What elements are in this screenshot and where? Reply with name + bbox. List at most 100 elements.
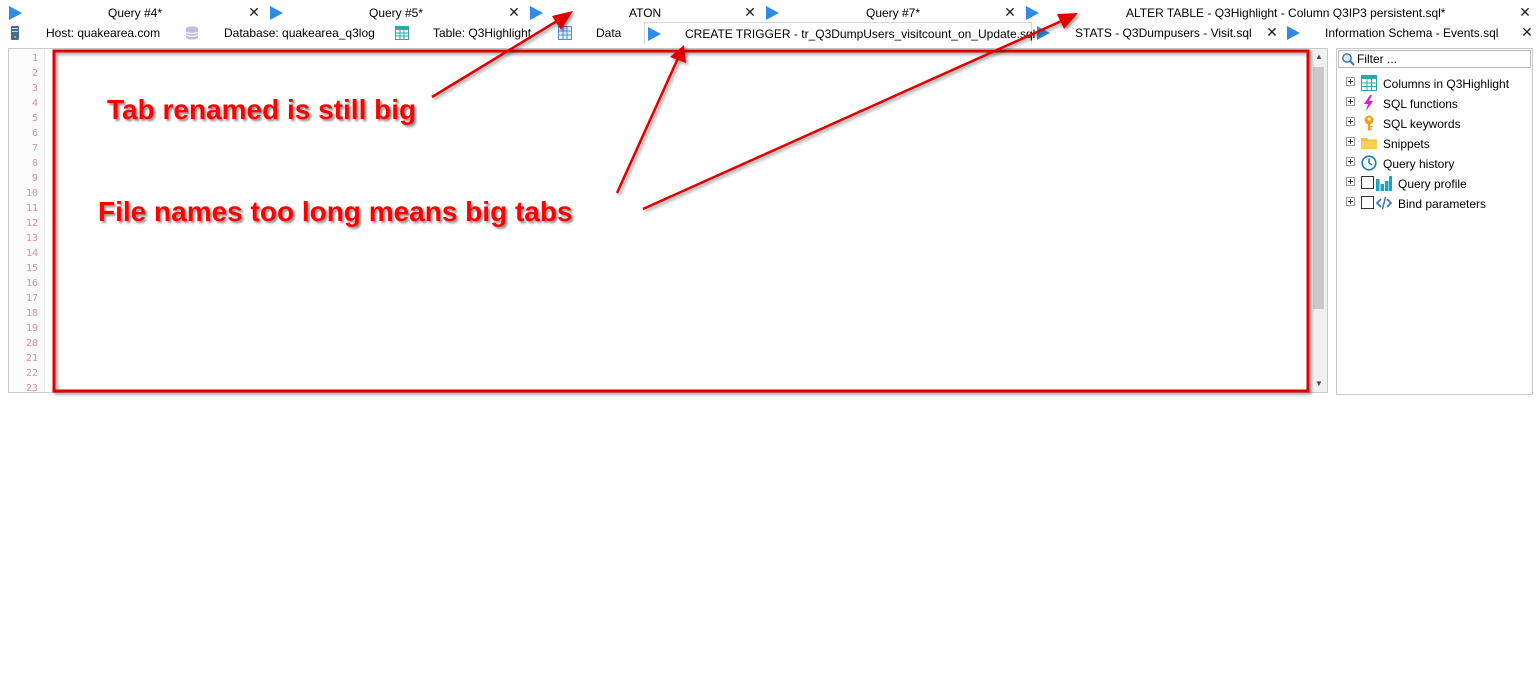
clock-icon	[1361, 155, 1377, 171]
line-number: 8	[31, 158, 38, 169]
data-grid-icon	[558, 26, 572, 40]
line-number: 21	[25, 353, 38, 364]
close-icon[interactable]: ✕	[1265, 25, 1279, 39]
close-icon[interactable]: ✕	[1518, 5, 1532, 19]
line-number: 23	[25, 383, 38, 394]
line-number: 10	[25, 188, 38, 199]
play-icon	[530, 6, 543, 20]
tree-item-label: Bind parameters	[1398, 197, 1487, 211]
key-icon	[1364, 115, 1374, 131]
code-icon	[1376, 196, 1392, 210]
tree-item-snippets[interactable]: Snippets	[1337, 133, 1532, 153]
expand-icon[interactable]	[1346, 97, 1355, 106]
tree-item-query-history[interactable]: Query history	[1337, 153, 1532, 173]
tree-item-bind-parameters[interactable]: Bind parameters	[1337, 193, 1532, 213]
table-icon	[395, 26, 409, 40]
line-number: 22	[25, 368, 38, 379]
tree-item-query-profile[interactable]: Query profile	[1337, 173, 1532, 193]
line-number: 17	[25, 293, 38, 304]
play-icon	[1026, 6, 1039, 20]
close-icon[interactable]: ✕	[247, 5, 261, 19]
tab-label: Information Schema - Events.sql	[1325, 26, 1499, 40]
line-number: 7	[31, 143, 38, 154]
tab-alter-table[interactable]: ALTER TABLE - Q3Highlight - Column Q3IP3…	[1024, 3, 1536, 23]
expand-icon[interactable]	[1346, 157, 1355, 166]
tab-bar-row-1: Query #4* ✕ Query #5* ✕ ATON ✕ Query #7*…	[0, 3, 1539, 23]
filter-input[interactable]	[1357, 52, 1527, 66]
tab-label: Host: quakearea.com	[46, 26, 161, 40]
tab-query-4[interactable]: Query #4* ✕	[6, 3, 264, 23]
tree-item-label: Query profile	[1398, 177, 1467, 191]
line-number: 3	[31, 83, 38, 94]
line-number: 18	[25, 308, 38, 319]
close-icon[interactable]: ✕	[507, 5, 521, 19]
play-icon	[766, 6, 779, 20]
close-icon[interactable]: ✕	[1003, 5, 1017, 19]
line-number: 6	[31, 128, 38, 139]
line-number: 11	[25, 203, 38, 214]
tab-query-7[interactable]: Query #7* ✕	[764, 3, 1022, 23]
tab-data[interactable]: Data	[556, 23, 642, 43]
tree-item-sql-keywords[interactable]: SQL keywords	[1337, 113, 1532, 133]
server-icon	[11, 26, 19, 40]
line-number: 4	[31, 98, 38, 109]
scroll-up-button[interactable]: ▲	[1311, 49, 1327, 65]
tab-label: Table: Q3Highlight	[433, 26, 532, 40]
tab-stats[interactable]: STATS - Q3Dumpusers - Visit.sql ✕	[1035, 23, 1283, 43]
query-profile-checkbox[interactable]	[1361, 176, 1374, 189]
tree-item-columns[interactable]: Columns in Q3Highlight	[1337, 73, 1532, 93]
tree-item-label: SQL functions	[1383, 97, 1458, 111]
expand-icon[interactable]	[1346, 117, 1355, 126]
tab-label: Query #4*	[108, 6, 163, 20]
tree-item-label: Query history	[1383, 157, 1455, 171]
folder-icon	[1361, 138, 1377, 149]
play-icon	[1287, 26, 1300, 40]
close-icon[interactable]: ✕	[743, 5, 757, 19]
tab-information-schema[interactable]: Information Schema - Events.sql ✕	[1285, 23, 1537, 43]
tab-label: Data	[596, 26, 622, 40]
tree-item-label: Columns in Q3Highlight	[1383, 77, 1510, 91]
annotation-file-names: File names too long means big tabs	[98, 196, 573, 227]
tab-create-trigger[interactable]: CREATE TRIGGER - tr_Q3DumpUsers_visitcou…	[644, 22, 1035, 44]
lightning-icon	[1364, 95, 1373, 111]
play-icon	[9, 6, 22, 20]
tab-label: STATS - Q3Dumpusers - Visit.sql	[1075, 26, 1252, 40]
line-number: 15	[25, 263, 38, 274]
bind-parameters-checkbox[interactable]	[1361, 196, 1374, 209]
tab-database[interactable]: Database: quakearea_q3log	[184, 23, 390, 43]
tab-label: ALTER TABLE - Q3Highlight - Column Q3IP3…	[1126, 6, 1446, 20]
annotation-tab-renamed: Tab renamed is still big	[107, 94, 417, 125]
tab-aton[interactable]: ATON ✕	[528, 3, 762, 23]
play-icon	[648, 27, 661, 41]
line-number: 1	[31, 53, 38, 64]
vertical-scrollbar[interactable]: ▲ ▼	[1310, 49, 1327, 392]
expand-icon[interactable]	[1346, 177, 1355, 186]
helper-panel: Columns in Q3Highlight SQL functions SQL…	[1336, 48, 1533, 395]
scroll-down-button[interactable]: ▼	[1311, 376, 1327, 392]
tab-label: Database: quakearea_q3log	[224, 26, 375, 40]
tab-bar-row-2: Host: quakearea.com Database: quakearea_…	[0, 22, 1539, 44]
line-number: 9	[31, 173, 38, 184]
database-icon	[185, 26, 199, 40]
scrollbar-thumb[interactable]	[1313, 67, 1324, 309]
line-number: 12	[25, 218, 38, 229]
play-icon	[270, 6, 283, 20]
tab-label: ATON	[629, 6, 662, 20]
line-number: 13	[25, 233, 38, 244]
play-icon	[1037, 26, 1050, 40]
tree-item-label: SQL keywords	[1383, 117, 1461, 131]
close-icon[interactable]: ✕	[1520, 25, 1534, 39]
tab-host[interactable]: Host: quakearea.com	[6, 23, 182, 43]
line-number: 2	[31, 68, 38, 79]
tab-table[interactable]: Table: Q3Highlight	[393, 23, 553, 43]
table-columns-icon	[1361, 75, 1377, 91]
expand-icon[interactable]	[1346, 77, 1355, 86]
search-icon	[1342, 53, 1355, 66]
line-number: 19	[25, 323, 38, 334]
line-number-gutter: 1 2 3 4 5 6 7 8 9 10 11 12 13 14 15 16 17 18 19 20 21 22 23	[9, 49, 45, 394]
tab-query-5[interactable]: Query #5* ✕	[267, 3, 525, 23]
expand-icon[interactable]	[1346, 137, 1355, 146]
expand-icon[interactable]	[1346, 197, 1355, 206]
tree-item-sql-functions[interactable]: SQL functions	[1337, 93, 1532, 113]
filter-box[interactable]	[1338, 50, 1531, 68]
